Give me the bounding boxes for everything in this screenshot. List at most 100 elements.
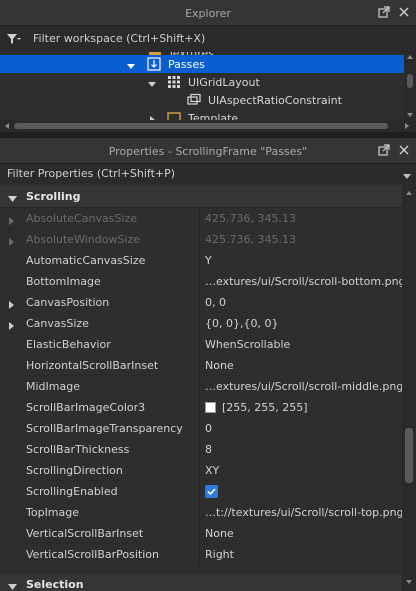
section-selection[interactable]: Selection [0, 574, 402, 591]
property-value[interactable]: …extures/ui/Scroll/scroll-middle.png [205, 380, 402, 393]
property-checkbox[interactable] [205, 485, 218, 498]
property-row[interactable]: CanvasPosition 0, 0 [0, 292, 402, 313]
property-name: CanvasPosition [26, 296, 110, 309]
property-row[interactable]: ScrollingDirection XY [0, 460, 402, 481]
chevron-down-icon[interactable] [8, 193, 17, 202]
property-value: 425.736, 345.13 [205, 233, 296, 246]
column-separator[interactable] [199, 439, 200, 460]
column-separator[interactable] [199, 523, 200, 544]
column-separator[interactable] [199, 376, 200, 397]
tree-item-template[interactable]: Template [0, 109, 404, 120]
column-separator[interactable] [199, 502, 200, 523]
property-row[interactable]: VerticalScrollBarPosition Right [0, 544, 402, 565]
property-value[interactable]: {0, 0},{0, 0} [205, 317, 278, 330]
explorer-titlebar: Explorer [0, 0, 416, 26]
explorer-filter-bar[interactable]: Filter workspace (Ctrl+Shift+X) [0, 26, 416, 52]
property-name: ScrollingEnabled [26, 485, 118, 498]
scroll-thumb[interactable] [405, 428, 413, 483]
property-value[interactable]: 8 [205, 443, 212, 456]
column-separator[interactable] [199, 460, 200, 481]
property-row[interactable]: MidImage …extures/ui/Scroll/scroll-middle… [0, 376, 402, 397]
property-name: ScrollBarImageTransparency [26, 422, 183, 435]
property-value[interactable]: 0, 0 [205, 296, 226, 309]
column-separator[interactable] [199, 208, 200, 229]
chevron-down-icon[interactable] [127, 60, 135, 69]
property-value[interactable]: None [205, 527, 234, 540]
column-separator[interactable] [199, 481, 200, 502]
scroll-down-icon [406, 580, 412, 584]
property-name: VerticalScrollBarPosition [26, 548, 159, 561]
chevron-right-icon[interactable] [9, 215, 15, 225]
properties-vertical-scrollbar[interactable] [402, 184, 416, 591]
chevron-right-icon[interactable] [9, 236, 15, 246]
close-icon[interactable] [398, 144, 410, 156]
property-row[interactable]: AbsoluteWindowSize 425.736, 345.13 [0, 229, 402, 250]
property-name: CanvasSize [26, 317, 89, 330]
tree-item-uigridlayout[interactable]: UIGridLayout [0, 73, 404, 91]
column-separator[interactable] [199, 355, 200, 376]
property-name: ElasticBehavior [26, 338, 111, 351]
chevron-down-icon[interactable] [8, 581, 17, 590]
chevron-right-icon[interactable] [9, 299, 15, 309]
property-value[interactable]: …t://textures/ui/Scroll/scroll-top.png [205, 506, 402, 519]
explorer-vertical-scrollbar[interactable] [404, 52, 416, 120]
property-name: TopImage [26, 506, 80, 519]
property-row[interactable]: ElasticBehavior WhenScrollable [0, 334, 402, 355]
property-row[interactable]: ScrollBarImageTransparency 0 [0, 418, 402, 439]
section-scrolling[interactable]: Scrolling [0, 186, 402, 208]
properties-list: Scrolling AbsoluteCanvasSize 425.736, 345… [0, 184, 402, 591]
undock-icon[interactable] [378, 6, 390, 18]
property-row[interactable]: CanvasSize {0, 0},{0, 0} [0, 313, 402, 334]
close-icon[interactable] [398, 6, 410, 18]
property-name: AutomaticCanvasSize [26, 254, 146, 267]
column-separator[interactable] [199, 544, 200, 565]
tree-item-label: Template [188, 112, 239, 120]
property-value[interactable]: 0 [205, 422, 212, 435]
chevron-down-icon[interactable] [148, 78, 156, 87]
column-separator[interactable] [199, 292, 200, 313]
explorer-filter-input[interactable]: Filter workspace (Ctrl+Shift+X) [33, 32, 205, 45]
property-value[interactable]: Right [205, 548, 234, 561]
column-separator[interactable] [199, 313, 200, 334]
property-row[interactable]: ScrollingEnabled [0, 481, 402, 502]
chevron-right-icon[interactable] [9, 320, 15, 330]
property-name: ScrollBarThickness [26, 443, 130, 456]
property-value[interactable]: None [205, 359, 234, 372]
property-name: VerticalScrollBarInset [26, 527, 144, 540]
properties-filter-input[interactable]: Filter Properties (Ctrl+Shift+P) [7, 167, 175, 180]
property-value[interactable]: WhenScrollable [205, 338, 290, 351]
properties-titlebar: Properties - ScrollingFrame "Passes" [0, 138, 416, 164]
explorer-horizontal-scrollbar[interactable] [0, 120, 416, 132]
column-separator[interactable] [199, 250, 200, 271]
chevron-down-icon[interactable] [403, 170, 411, 179]
column-separator[interactable] [199, 334, 200, 355]
column-separator[interactable] [199, 397, 200, 418]
column-separator[interactable] [199, 418, 200, 439]
property-value[interactable]: XY [205, 464, 219, 477]
grid-layout-icon [167, 75, 181, 89]
property-name: ScrollBarImageColor3 [26, 401, 146, 414]
property-row[interactable]: ScrollBarThickness 8 [0, 439, 402, 460]
property-row[interactable]: TopImage …t://textures/ui/Scroll/scroll-t… [0, 502, 402, 523]
property-row[interactable]: AutomaticCanvasSize Y [0, 250, 402, 271]
property-value[interactable]: Y [205, 254, 212, 267]
property-row[interactable]: BottomImage …extures/ui/Scroll/scroll-bot… [0, 271, 402, 292]
undock-icon[interactable] [378, 144, 390, 156]
property-row[interactable]: ScrollBarImageColor3 [255, 255, 255] [0, 397, 402, 418]
frame-icon [167, 111, 181, 120]
tree-item-passes[interactable]: Passes [0, 55, 404, 73]
tree-item-uiaspectratioconstraint[interactable]: UIAspectRatioConstraint [0, 91, 404, 109]
property-row[interactable]: HorizontalScrollBarInset None [0, 355, 402, 376]
filter-icon[interactable] [7, 33, 21, 48]
tree-item-label: UIGridLayout [188, 76, 260, 89]
properties-filter-bar[interactable]: Filter Properties (Ctrl+Shift+P) [0, 164, 416, 184]
properties-title: Properties - ScrollingFrame "Passes" [108, 145, 308, 158]
property-row[interactable]: VerticalScrollBarInset None [0, 523, 402, 544]
scroll-thumb[interactable] [14, 123, 388, 129]
property-value[interactable]: [255, 255, 255] [205, 401, 308, 414]
property-value[interactable]: …extures/ui/Scroll/scroll-bottom.png [205, 275, 402, 288]
column-separator[interactable] [199, 229, 200, 250]
column-separator[interactable] [199, 271, 200, 292]
color-swatch[interactable] [205, 402, 216, 413]
property-row[interactable]: AbsoluteCanvasSize 425.736, 345.13 [0, 208, 402, 229]
